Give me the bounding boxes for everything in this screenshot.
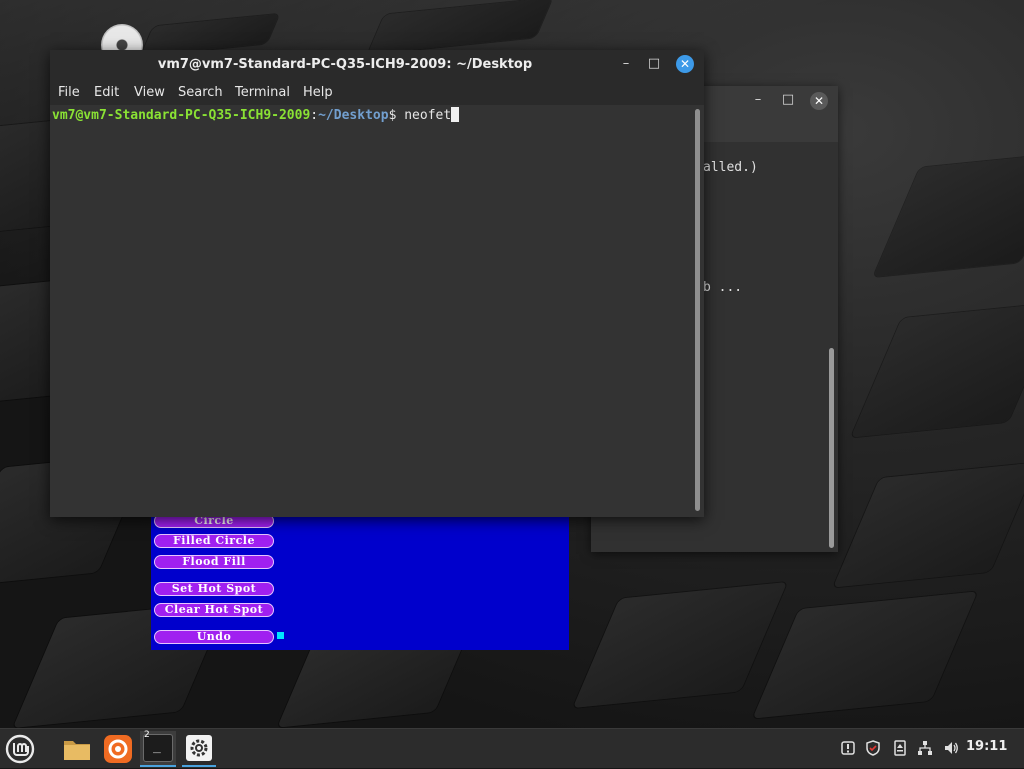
network-icon[interactable] — [917, 740, 933, 756]
menu-bar: File Edit View Search Terminal Help — [50, 80, 704, 105]
terminal-window[interactable]: vm7@vm7-Standard-PC-Q35-ICH9-2009: ~/Des… — [50, 50, 704, 517]
terminal-content[interactable]: vm7@vm7-Standard-PC-Q35-ICH9-2009:~/Desk… — [50, 105, 704, 517]
prompt-symbol: $ — [388, 108, 405, 123]
workspace-badge: 2 — [144, 730, 150, 740]
close-icon[interactable]: ✕ — [810, 92, 828, 110]
menu-help[interactable]: Help — [303, 80, 333, 105]
filled-circle-button[interactable]: Filled Circle — [154, 534, 274, 548]
settings-icon — [186, 735, 212, 761]
prompt-path: ~/Desktop — [318, 108, 389, 123]
volume-icon[interactable] — [943, 740, 959, 756]
mint-menu-icon[interactable] — [4, 733, 36, 765]
settings-taskbar-button[interactable] — [182, 731, 216, 767]
terminal-output-line: b ... — [703, 280, 743, 295]
close-icon[interactable]: ✕ — [676, 55, 694, 73]
terminal-output-line: alled.) — [703, 160, 758, 175]
menu-edit[interactable]: Edit — [94, 80, 119, 105]
maximize-icon[interactable]: □ — [781, 92, 795, 107]
scrollbar[interactable] — [829, 348, 834, 548]
menu-terminal[interactable]: Terminal — [235, 80, 290, 105]
clear-hot-spot-button[interactable]: Clear Hot Spot — [154, 603, 274, 617]
prompt-user-host: vm7@vm7-Standard-PC-Q35-ICH9-2009 — [52, 108, 311, 123]
terminal-titlebar[interactable]: vm7@vm7-Standard-PC-Q35-ICH9-2009: ~/Des… — [50, 50, 704, 80]
prompt-line: vm7@vm7-Standard-PC-Q35-ICH9-2009:~/Desk… — [52, 107, 460, 123]
window-title: vm7@vm7-Standard-PC-Q35-ICH9-2009: ~/Des… — [157, 57, 533, 72]
minimize-icon[interactable]: – — [619, 56, 633, 71]
menu-view[interactable]: View — [134, 80, 165, 105]
shield-icon[interactable] — [865, 740, 881, 756]
flood-fill-button[interactable]: Flood Fill — [154, 555, 274, 569]
firefox-icon[interactable] — [102, 733, 134, 765]
terminal-taskbar-button[interactable]: _ 2 — [140, 730, 176, 767]
files-icon[interactable] — [61, 733, 93, 765]
minimize-icon[interactable]: – — [751, 92, 765, 107]
scrollbar[interactable] — [695, 109, 700, 511]
text-cursor — [451, 107, 460, 122]
prompt-separator: : — [310, 108, 319, 123]
terminal-glyph: _ — [153, 739, 161, 754]
removable-drive-icon[interactable] — [892, 740, 908, 756]
menu-file[interactable]: File — [58, 80, 80, 105]
update-manager-icon[interactable] — [840, 740, 856, 756]
command-input[interactable]: neofet — [404, 108, 451, 123]
color-indicator — [277, 632, 284, 639]
undo-button[interactable]: Undo — [154, 630, 274, 644]
paint-app-window: Circle Filled Circle Flood Fill Set Hot … — [151, 507, 569, 650]
menu-search[interactable]: Search — [178, 80, 223, 105]
taskbar: _ 2 19:11 — [0, 728, 1024, 768]
set-hot-spot-button[interactable]: Set Hot Spot — [154, 582, 274, 596]
maximize-icon[interactable]: □ — [647, 56, 661, 71]
clock[interactable]: 19:11 — [966, 739, 1007, 754]
